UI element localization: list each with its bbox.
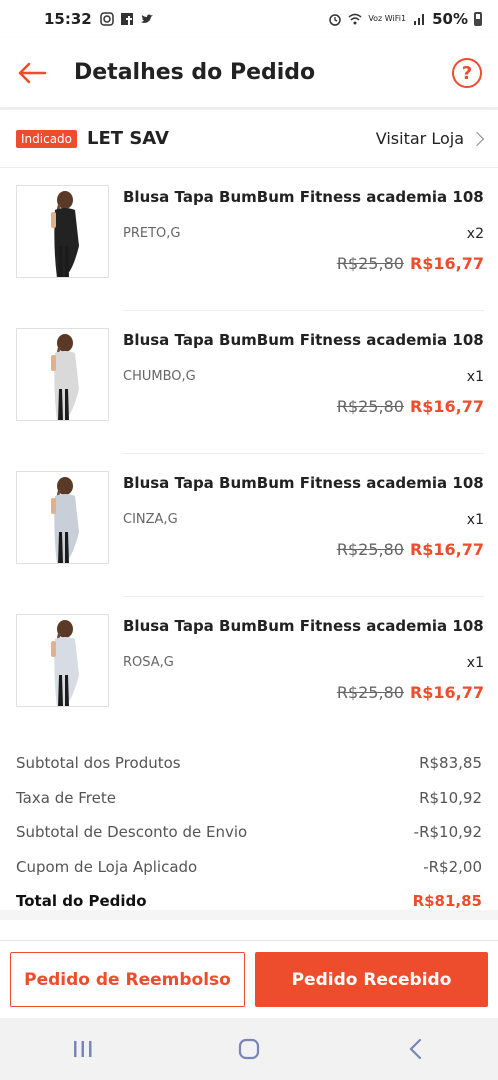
- product-name: Blusa Tapa BumBum Fitness academia 10827: [123, 331, 484, 349]
- product-quantity: x1: [466, 369, 484, 385]
- summary-total: Total do Pedido R$81,85: [16, 884, 482, 919]
- signal-icon: [414, 14, 425, 25]
- discounted-price: R$16,77: [409, 254, 484, 273]
- discounted-price: R$16,77: [409, 540, 484, 559]
- original-price: R$25,80: [336, 683, 404, 702]
- next-section-strip: [0, 920, 498, 940]
- app-header: Detalhes do Pedido ?: [0, 38, 498, 108]
- visit-store-label: Visitar Loja: [375, 129, 464, 148]
- recommended-badge: Indicado: [16, 129, 78, 148]
- product-image: [17, 472, 108, 563]
- network-label: Voz WiFi1: [368, 14, 407, 23]
- original-price: R$25,80: [336, 397, 404, 416]
- product-thumbnail: [16, 328, 109, 421]
- product-prices: R$25,80 R$16,77: [337, 397, 484, 416]
- product-variant: CHUMBO,G: [123, 369, 196, 384]
- summary-coupon: Cupom de Loja Aplicado -R$2,00: [16, 850, 482, 885]
- help-button[interactable]: ?: [452, 58, 482, 88]
- product-thumbnail: [16, 614, 109, 707]
- summary-value: R$10,92: [419, 788, 482, 807]
- order-item[interactable]: Blusa Tapa BumBum Fitness academia 10827…: [0, 311, 498, 454]
- product-image: [17, 186, 108, 277]
- original-price: R$25,80: [336, 540, 404, 559]
- order-details: Indicado LET SAV Visitar Loja Blusa Tapa…: [0, 110, 498, 910]
- product-prices: R$25,80 R$16,77: [337, 254, 484, 273]
- order-item[interactable]: Blusa Tapa BumBum Fitness academia 10827…: [0, 454, 498, 597]
- instagram-icon: [100, 12, 114, 26]
- product-quantity: x1: [466, 655, 484, 671]
- order-item[interactable]: Blusa Tapa BumBum Fitness academia 10827…: [0, 168, 498, 311]
- original-price: R$25,80: [336, 254, 404, 273]
- battery-icon: [474, 12, 482, 26]
- status-bar: 15:32 Voz WiFi1 50%: [0, 0, 498, 38]
- product-image: [17, 329, 108, 420]
- back-nav-button[interactable]: [385, 1029, 445, 1069]
- summary-value: -R$2,00: [423, 857, 482, 876]
- summary-subtotal: Subtotal dos Produtos R$83,85: [16, 746, 482, 781]
- page-title: Detalhes do Pedido: [74, 60, 316, 85]
- order-item[interactable]: Blusa Tapa BumBum Fitness academia 10827…: [0, 597, 498, 740]
- product-name: Blusa Tapa BumBum Fitness academia 10827: [123, 188, 484, 206]
- summary-label: Subtotal dos Produtos: [16, 754, 181, 773]
- system-nav-bar: [0, 1018, 498, 1080]
- product-variant: ROSA,G: [123, 655, 174, 670]
- summary-label: Total do Pedido: [16, 892, 147, 911]
- back-button[interactable]: [0, 38, 64, 108]
- status-app-icons: [100, 12, 154, 26]
- discounted-price: R$16,77: [409, 683, 484, 702]
- home-button[interactable]: [219, 1029, 279, 1069]
- product-name: Blusa Tapa BumBum Fitness academia 10827: [123, 474, 484, 492]
- action-bar: Pedido de Reembolso Pedido Recebido: [0, 940, 498, 1018]
- product-variant: PRETO,G: [123, 226, 181, 241]
- visit-store-link[interactable]: Visitar Loja: [375, 129, 485, 148]
- product-prices: R$25,80 R$16,77: [337, 540, 484, 559]
- recent-apps-button[interactable]: [53, 1029, 113, 1069]
- battery-percent: 50%: [432, 10, 468, 28]
- status-right: Voz WiFi1 50%: [328, 10, 482, 28]
- product-name: Blusa Tapa BumBum Fitness academia 10827: [123, 617, 484, 635]
- status-time: 15:32: [44, 10, 92, 28]
- summary-shipping: Taxa de Frete R$10,92: [16, 781, 482, 816]
- chevron-left-icon: [409, 1038, 422, 1060]
- summary-shipping-discount: Subtotal de Desconto de Envio -R$10,92: [16, 815, 482, 850]
- item-list: Blusa Tapa BumBum Fitness academia 10827…: [0, 168, 498, 740]
- product-image: [17, 615, 108, 706]
- discounted-price: R$16,77: [409, 397, 484, 416]
- home-icon: [238, 1038, 260, 1060]
- product-prices: R$25,80 R$16,77: [337, 683, 484, 702]
- product-quantity: x2: [466, 226, 484, 242]
- summary-total-value: R$81,85: [412, 892, 482, 911]
- summary-label: Subtotal de Desconto de Envio: [16, 823, 248, 842]
- order-summary: Subtotal dos Produtos R$83,85 Taxa de Fr…: [0, 740, 498, 919]
- chevron-right-icon: [469, 131, 485, 146]
- refund-request-button[interactable]: Pedido de Reembolso: [10, 952, 245, 1007]
- twitter-icon: [140, 14, 153, 23]
- shop-row: Indicado LET SAV Visitar Loja: [0, 110, 498, 168]
- alarm-icon: [329, 14, 342, 26]
- recent-apps-icon: [74, 1041, 92, 1057]
- facebook-icon: [120, 13, 133, 25]
- product-quantity: x1: [466, 512, 484, 528]
- arrow-left-icon: [18, 62, 47, 83]
- summary-label: Cupom de Loja Aplicado: [16, 857, 198, 876]
- summary-value: -R$10,92: [413, 823, 482, 842]
- product-variant: CINZA,G: [123, 512, 178, 527]
- summary-value: R$83,85: [419, 754, 482, 773]
- wifi-icon: [348, 13, 362, 25]
- product-thumbnail: [16, 471, 109, 564]
- help-icon: ?: [461, 62, 473, 84]
- shop-name: LET SAV: [87, 128, 169, 149]
- product-thumbnail: [16, 185, 109, 278]
- summary-label: Taxa de Frete: [16, 788, 116, 807]
- order-received-button[interactable]: Pedido Recebido: [255, 952, 488, 1007]
